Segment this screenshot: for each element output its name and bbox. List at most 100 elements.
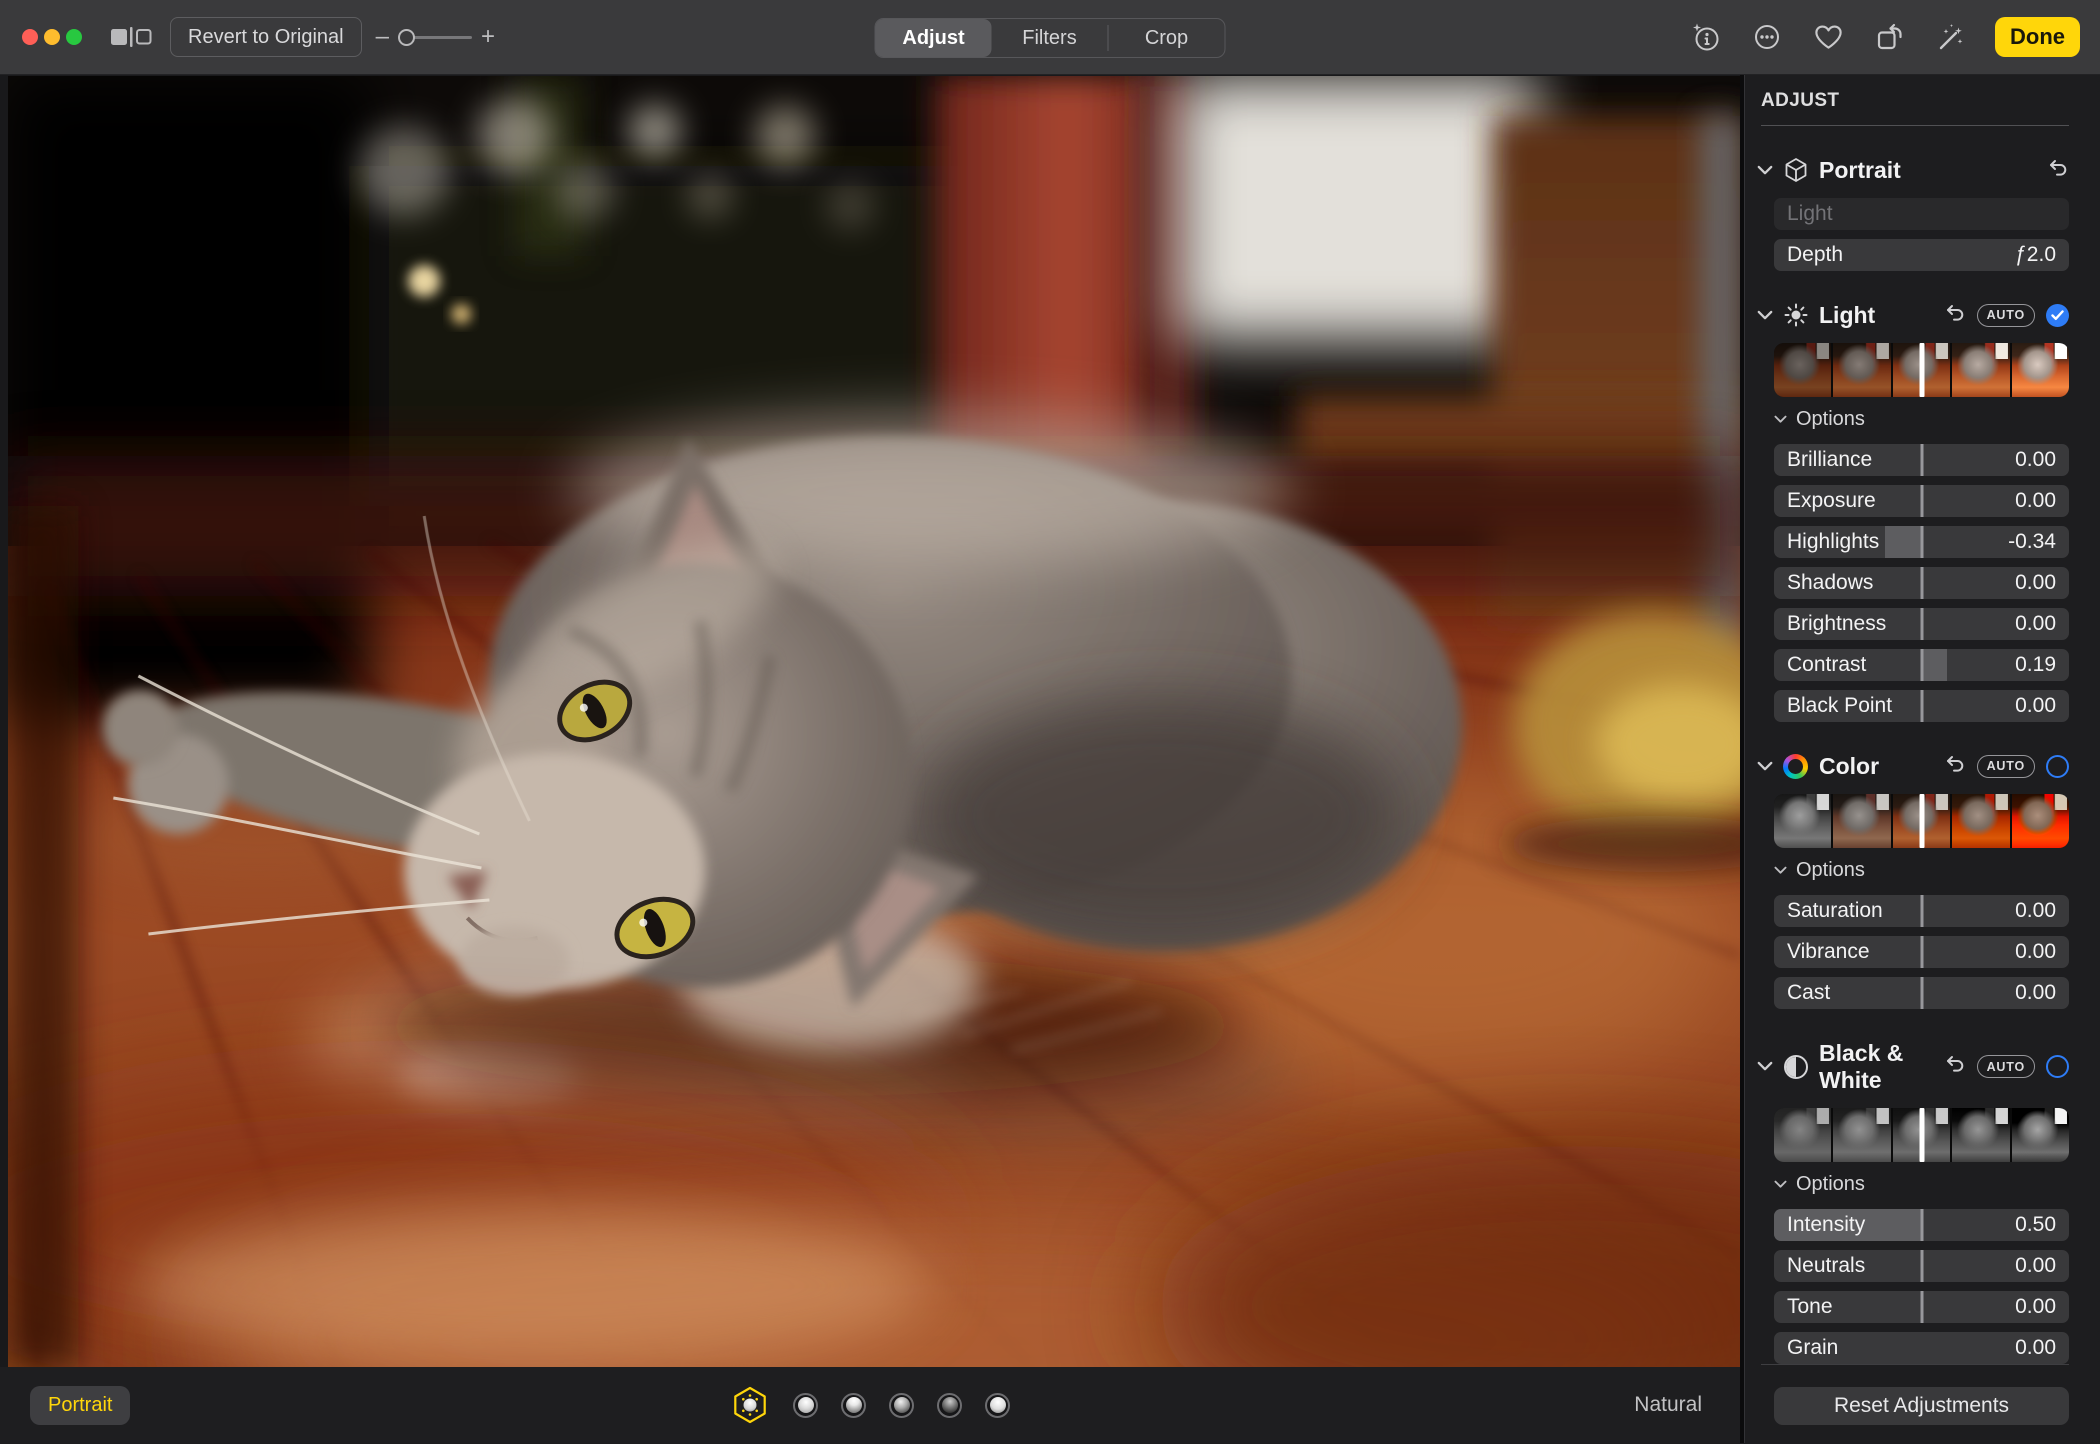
slider-brilliance[interactable]: Brilliance 0.00 <box>1774 444 2069 476</box>
photo-canvas <box>8 76 1740 1367</box>
slider-exposure[interactable]: Exposure 0.00 <box>1774 485 2069 517</box>
undo-icon[interactable] <box>1944 1053 1966 1080</box>
portrait-section-title: Portrait <box>1819 157 1901 184</box>
light-section-title: Light <box>1819 302 1875 329</box>
info-sparkle-icon[interactable] <box>1690 21 1722 53</box>
lighting-highkey-mono-icon[interactable] <box>985 1393 1010 1418</box>
bw-preview-thumb[interactable] <box>1833 1108 1890 1162</box>
light-preview-thumb[interactable] <box>1952 343 2009 397</box>
strip-current-indicator[interactable] <box>1919 343 1924 397</box>
light-options-toggle[interactable]: Options <box>1774 408 2069 431</box>
portrait-depth-row[interactable]: Depth ƒ2.0 <box>1774 239 2069 271</box>
slider-intensity[interactable]: Intensity 0.50 <box>1774 1209 2069 1241</box>
compare-original-icon[interactable] <box>110 26 152 48</box>
fullscreen-window-button[interactable] <box>66 29 82 45</box>
color-preview-strip[interactable] <box>1774 794 2069 848</box>
photos-edit-window: Revert to Original – + Adjust Filters Cr… <box>0 0 2100 1444</box>
auto-enhance-wand-icon[interactable] <box>1934 21 1966 53</box>
light-auto-button[interactable]: AUTO <box>1977 304 2035 327</box>
tab-adjust[interactable]: Adjust <box>876 19 992 57</box>
bottom-bar: Portrait <box>0 1367 1740 1443</box>
lighting-contour-icon[interactable] <box>841 1393 866 1418</box>
tab-crop[interactable]: Crop <box>1109 19 1225 57</box>
light-preview-thumb[interactable] <box>2012 343 2069 397</box>
sun-icon <box>1782 302 1809 328</box>
zoom-out-icon[interactable]: – <box>376 25 389 49</box>
color-options-toggle[interactable]: Options <box>1774 859 2069 882</box>
slider-saturation[interactable]: Saturation 0.00 <box>1774 895 2069 927</box>
color-preview-thumb[interactable] <box>1833 794 1890 848</box>
undo-icon[interactable] <box>2047 157 2069 184</box>
portrait-rows: Light Depth ƒ2.0 <box>1774 198 2069 271</box>
strip-current-indicator[interactable] <box>1919 794 1924 848</box>
undo-icon[interactable] <box>1944 753 1966 780</box>
lighting-stage-icon[interactable] <box>889 1393 914 1418</box>
bw-preview-thumb[interactable] <box>2012 1108 2069 1162</box>
light-preview-thumb[interactable] <box>1833 343 1890 397</box>
strip-current-indicator[interactable] <box>1919 1108 1924 1162</box>
portrait-light-row[interactable]: Light <box>1774 198 2069 230</box>
color-preview-thumb[interactable] <box>2012 794 2069 848</box>
bw-enabled-checkbox[interactable] <box>2046 1055 2069 1078</box>
bw-sliders: Intensity 0.50 Neutrals 0.00 Tone 0.00 G… <box>1774 1209 2069 1364</box>
color-section-header: Color AUTO <box>1757 753 2069 780</box>
tab-filters[interactable]: Filters <box>992 19 1108 57</box>
divider <box>1761 1364 2069 1365</box>
zoom-slider-knob[interactable] <box>398 29 415 46</box>
rotate-icon[interactable] <box>1873 21 1905 53</box>
slider-neutrals[interactable]: Neutrals 0.00 <box>1774 1250 2069 1282</box>
lighting-stage-mono-icon[interactable] <box>937 1393 962 1418</box>
light-preview-thumb[interactable] <box>1774 343 1831 397</box>
bw-options-toggle[interactable]: Options <box>1774 1173 2069 1196</box>
color-enabled-checkbox[interactable] <box>2046 755 2069 778</box>
reset-adjustments-button[interactable]: Reset Adjustments <box>1774 1387 2069 1425</box>
zoom-in-icon[interactable]: + <box>481 25 495 49</box>
minimize-window-button[interactable] <box>44 29 60 45</box>
bw-auto-button[interactable]: AUTO <box>1977 1055 2035 1078</box>
chevron-down-icon[interactable] <box>1757 309 1773 322</box>
light-preview-strip[interactable] <box>1774 343 2069 397</box>
color-sliders: Saturation 0.00 Vibrance 0.00 Cast 0.00 <box>1774 895 2069 1009</box>
color-section-title: Color <box>1819 753 1879 780</box>
chevron-down-icon[interactable] <box>1757 1060 1773 1073</box>
favorite-heart-icon[interactable] <box>1812 21 1844 53</box>
slider-tone[interactable]: Tone 0.00 <box>1774 1291 2069 1323</box>
slider-brightness[interactable]: Brightness 0.00 <box>1774 608 2069 640</box>
half-filled-circle-icon <box>1782 1055 1809 1079</box>
bw-preview-strip[interactable] <box>1774 1108 2069 1162</box>
portrait-section-header: Portrait <box>1757 157 2069 184</box>
adjust-sidebar: ADJUST Portrait <box>1740 75 2100 1443</box>
portrait-effect-badge[interactable]: Portrait <box>30 1386 130 1425</box>
color-auto-button[interactable]: AUTO <box>1977 755 2035 778</box>
slider-shadows[interactable]: Shadows 0.00 <box>1774 567 2069 599</box>
close-window-button[interactable] <box>22 29 38 45</box>
slider-highlights[interactable]: Highlights -0.34 <box>1774 526 2069 558</box>
color-preview-thumb[interactable] <box>1774 794 1831 848</box>
slider-grain[interactable]: Grain 0.00 <box>1774 1332 2069 1364</box>
lighting-natural-icon[interactable] <box>730 1385 770 1425</box>
chevron-down-icon[interactable] <box>1757 164 1773 177</box>
more-options-icon[interactable] <box>1751 21 1783 53</box>
light-enabled-checkbox[interactable] <box>2046 304 2069 327</box>
light-sliders: Brilliance 0.00 Exposure 0.00 Highlights… <box>1774 444 2069 722</box>
zoom-slider-track[interactable] <box>414 36 472 39</box>
revert-to-original-button[interactable]: Revert to Original <box>170 17 362 57</box>
color-preview-thumb[interactable] <box>1952 794 2009 848</box>
slider-vibrance[interactable]: Vibrance 0.00 <box>1774 936 2069 968</box>
bw-preview-thumb[interactable] <box>1952 1108 2009 1162</box>
undo-icon[interactable] <box>1944 302 1966 329</box>
lighting-studio-icon[interactable] <box>793 1393 818 1418</box>
light-section-header: Light AUTO <box>1757 302 2069 329</box>
slider-black-point[interactable]: Black Point 0.00 <box>1774 690 2069 722</box>
depth-value: ƒ2.0 <box>2015 243 2056 267</box>
color-wheel-icon <box>1782 754 1809 779</box>
divider <box>1761 125 2069 126</box>
chevron-down-icon[interactable] <box>1757 760 1773 773</box>
selected-effect-label: Natural <box>1634 1393 1702 1417</box>
zoom-control: – + <box>376 25 495 49</box>
bw-preview-thumb[interactable] <box>1774 1108 1831 1162</box>
slider-cast[interactable]: Cast 0.00 <box>1774 977 2069 1009</box>
done-button[interactable]: Done <box>1995 17 2080 57</box>
bw-section-title: Black & White <box>1819 1040 1944 1094</box>
slider-contrast[interactable]: Contrast 0.19 <box>1774 649 2069 681</box>
